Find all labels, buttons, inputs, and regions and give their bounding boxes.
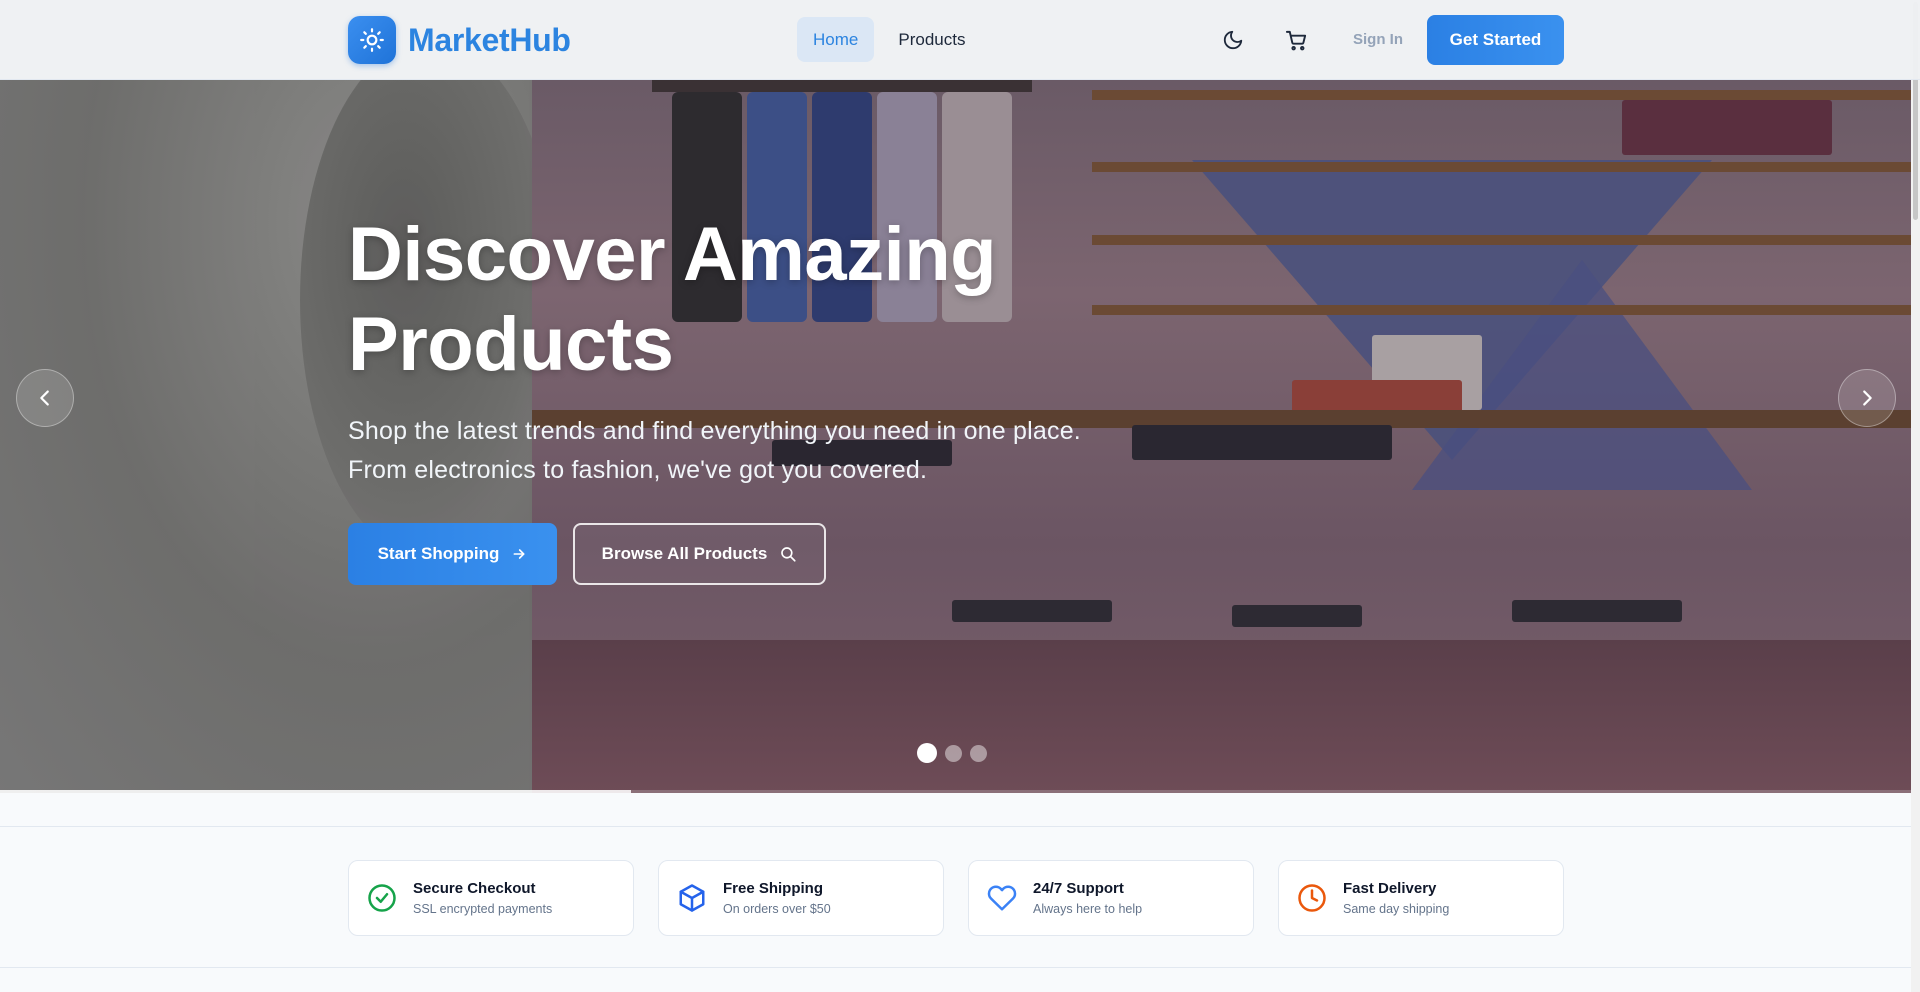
carousel-dot-2[interactable] (945, 744, 962, 762)
carousel-dot-3[interactable] (970, 744, 987, 762)
feature-desc: Always here to help (1033, 902, 1143, 916)
get-started-button[interactable]: Get Started (1427, 15, 1564, 65)
carousel-dots (917, 743, 987, 763)
browse-all-products-button[interactable]: Browse All Products (573, 523, 826, 585)
page-scrollbar[interactable] (1911, 0, 1920, 992)
hero-subtitle-line1: Shop the latest trends and find everythi… (348, 417, 1081, 445)
nav-products[interactable]: Products (882, 17, 981, 62)
feature-desc: Same day shipping (1343, 902, 1450, 916)
carousel-dot-1[interactable] (917, 743, 937, 763)
slide-progress-bar (0, 790, 1911, 793)
check-circle-icon (368, 884, 396, 912)
heart-icon (987, 885, 1017, 911)
feature-title: Free Shipping (723, 880, 824, 897)
browse-all-products-label: Browse All Products (601, 544, 768, 563)
feature-title: Fast Delivery (1343, 880, 1437, 897)
slide-progress-fill (0, 790, 631, 793)
chevron-right-icon (1863, 390, 1872, 406)
hero-title-line1: Discover Amazing (348, 212, 997, 297)
nav-home[interactable]: Home (797, 17, 875, 62)
hero-subtitle: Shop the latest trends and find everythi… (348, 412, 1168, 490)
feature-title: Secure Checkout (413, 880, 536, 897)
feature-card-fast-delivery: Fast Delivery Same day shipping (1278, 860, 1564, 936)
package-icon (679, 884, 705, 912)
cart-icon (1285, 30, 1306, 50)
start-shopping-button[interactable]: Start Shopping (348, 523, 557, 585)
feature-card-support: 24/7 Support Always here to help (968, 860, 1254, 936)
carousel-prev-button[interactable] (16, 369, 74, 427)
brand-logo[interactable]: MarketHub (348, 16, 571, 64)
moon-icon (1223, 30, 1243, 50)
hero-title: Discover Amazing Products (348, 210, 1248, 390)
chevron-left-icon (40, 390, 49, 406)
feature-desc: On orders over $50 (723, 902, 831, 916)
sign-in-link[interactable]: Sign In (1353, 31, 1403, 48)
theme-toggle-button[interactable] (1215, 22, 1251, 58)
clock-icon (1298, 884, 1326, 912)
feature-title: 24/7 Support (1033, 880, 1124, 897)
feature-card-free-shipping: Free Shipping On orders over $50 (658, 860, 944, 936)
arrow-right-icon (513, 549, 525, 559)
feature-card-secure-checkout: Secure Checkout SSL encrypted payments (348, 860, 634, 936)
main-nav: Home Products (797, 17, 981, 62)
search-icon (781, 547, 796, 562)
cart-button[interactable] (1278, 22, 1314, 58)
site-header: MarketHub Home Products Sign In Get Star… (0, 0, 1920, 80)
hero-subtitle-line2: From electronics to fashion, we've got y… (348, 456, 928, 484)
brand-name: MarketHub (408, 21, 571, 58)
sun-logo-icon (348, 16, 396, 64)
start-shopping-label: Start Shopping (377, 544, 500, 563)
carousel-next-button[interactable] (1838, 369, 1896, 427)
hero-title-line2: Products (348, 302, 674, 387)
features-strip: Secure Checkout SSL encrypted payments F… (0, 826, 1911, 968)
feature-desc: SSL encrypted payments (413, 902, 553, 916)
hero-carousel: Discover Amazing Products Shop the lates… (0, 80, 1911, 793)
